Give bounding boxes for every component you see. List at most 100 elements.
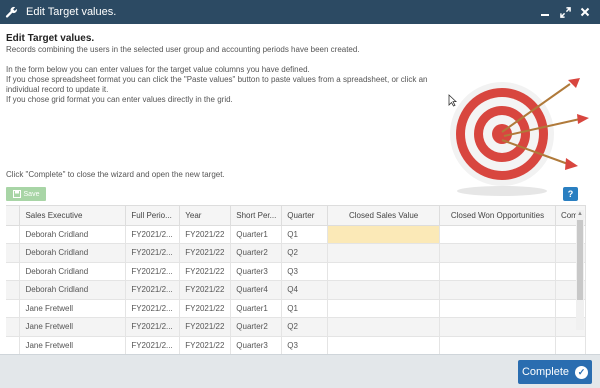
cell-sales-executive[interactable]: Deborah Cridland xyxy=(19,280,127,300)
cell-quarter[interactable]: Q3 xyxy=(281,262,329,281)
complete-button[interactable]: Complete ✓ xyxy=(518,360,592,384)
row-selector[interactable] xyxy=(6,262,21,281)
table-row[interactable]: Deborah Cridland FY2021/2... FY2021/22 Q… xyxy=(6,262,586,281)
cell-full-period[interactable]: FY2021/2... xyxy=(125,243,181,263)
cell-closed-won-opportunities[interactable] xyxy=(439,336,556,354)
page-heading: Edit Target values. xyxy=(6,33,95,44)
cell-short-period[interactable]: Quarter1 xyxy=(230,225,283,244)
cell-sales-executive[interactable]: Jane Fretwell xyxy=(19,317,127,337)
cell-sales-executive[interactable]: Deborah Cridland xyxy=(19,262,127,281)
cell-full-period[interactable]: FY2021/2... xyxy=(125,336,181,354)
complete-label: Complete xyxy=(521,366,570,378)
column-header-short-period[interactable]: Short Per... xyxy=(230,206,283,226)
cell-closed-sales-value[interactable] xyxy=(327,262,441,281)
cell-year[interactable]: FY2021/22 xyxy=(179,317,232,337)
column-header-quarter[interactable]: Quarter xyxy=(281,206,329,226)
table-row[interactable]: Jane Fretwell FY2021/2... FY2021/22 Quar… xyxy=(6,317,586,337)
cell-short-period[interactable]: Quarter2 xyxy=(230,317,283,337)
cell-closed-sales-value[interactable] xyxy=(327,336,441,354)
cell-comm[interactable] xyxy=(555,336,586,354)
target-illustration xyxy=(450,78,589,196)
cell-short-period[interactable]: Quarter3 xyxy=(230,336,283,354)
cell-full-period[interactable]: FY2021/2... xyxy=(125,225,181,244)
cell-closed-won-opportunities[interactable] xyxy=(439,280,556,300)
cell-sales-executive[interactable]: Jane Fretwell xyxy=(19,299,127,318)
row-header-corner xyxy=(6,206,21,226)
cell-quarter[interactable]: Q4 xyxy=(281,280,329,300)
grid-header-row: Sales Executive Full Perio... Year Short… xyxy=(6,206,586,226)
save-label: Save xyxy=(23,190,40,198)
cell-full-period[interactable]: FY2021/2... xyxy=(125,280,181,300)
cell-sales-executive[interactable]: Deborah Cridland xyxy=(19,225,127,244)
intro-line-1: Records combining the users in the selec… xyxy=(6,45,360,54)
row-selector[interactable] xyxy=(6,280,21,300)
row-selector[interactable] xyxy=(6,336,21,354)
wrench-icon xyxy=(0,0,22,24)
intro-line-2: In the form below you can enter values f… xyxy=(6,65,310,74)
close-icon[interactable] xyxy=(576,0,594,24)
grid-vertical-scrollbar[interactable] xyxy=(576,210,584,330)
cell-closed-sales-value[interactable] xyxy=(327,280,441,300)
save-button[interactable]: Save xyxy=(6,187,46,201)
cell-year[interactable]: FY2021/22 xyxy=(179,336,232,354)
complete-instruction: Click "Complete" to close the wizard and… xyxy=(6,170,225,179)
scroll-up-arrow-icon[interactable]: ▲ xyxy=(577,211,583,217)
cell-full-period[interactable]: FY2021/2... xyxy=(125,262,181,281)
table-row[interactable]: Deborah Cridland FY2021/2... FY2021/22 Q… xyxy=(6,280,586,300)
check-icon: ✓ xyxy=(575,365,589,379)
cell-closed-sales-value[interactable] xyxy=(327,225,441,244)
cell-closed-won-opportunities[interactable] xyxy=(439,225,556,244)
cell-quarter[interactable]: Q3 xyxy=(281,336,329,354)
intro-line-4: If you chose grid format you can enter v… xyxy=(6,95,233,104)
cell-sales-executive[interactable]: Jane Fretwell xyxy=(19,336,127,354)
row-selector[interactable] xyxy=(6,243,21,263)
help-icon: ? xyxy=(567,189,574,199)
cell-quarter[interactable]: Q2 xyxy=(281,243,329,263)
cell-closed-sales-value[interactable] xyxy=(327,243,441,263)
table-row[interactable]: Deborah Cridland FY2021/2... FY2021/22 Q… xyxy=(6,225,586,244)
window-titlebar: Edit Target values. xyxy=(0,0,600,24)
cell-year[interactable]: FY2021/22 xyxy=(179,299,232,318)
cell-short-period[interactable]: Quarter4 xyxy=(230,280,283,300)
cell-year[interactable]: FY2021/22 xyxy=(179,225,232,244)
cell-closed-won-opportunities[interactable] xyxy=(439,317,556,337)
cell-quarter[interactable]: Q2 xyxy=(281,317,329,337)
cell-short-period[interactable]: Quarter1 xyxy=(230,299,283,318)
column-header-closed-sales-value[interactable]: Closed Sales Value xyxy=(327,206,441,226)
wizard-content: Edit Target values. Records combining th… xyxy=(0,24,600,354)
intro-text: Records combining the users in the selec… xyxy=(6,45,436,105)
table-row[interactable]: Jane Fretwell FY2021/2... FY2021/22 Quar… xyxy=(6,336,586,354)
cell-closed-won-opportunities[interactable] xyxy=(439,299,556,318)
table-row[interactable]: Deborah Cridland FY2021/2... FY2021/22 Q… xyxy=(6,243,586,263)
cell-closed-won-opportunities[interactable] xyxy=(439,243,556,263)
table-row[interactable]: Jane Fretwell FY2021/2... FY2021/22 Quar… xyxy=(6,299,586,318)
save-icon xyxy=(12,190,21,198)
cell-quarter[interactable]: Q1 xyxy=(281,225,329,244)
wizard-footer: Complete ✓ xyxy=(0,354,600,388)
column-header-sales-executive[interactable]: Sales Executive xyxy=(19,206,127,226)
cell-full-period[interactable]: FY2021/2... xyxy=(125,299,181,318)
column-header-closed-won-opportunities[interactable]: Closed Won Opportunities xyxy=(439,206,556,226)
mouse-cursor-icon xyxy=(448,94,457,107)
cell-year[interactable]: FY2021/22 xyxy=(179,262,232,281)
cell-year[interactable]: FY2021/22 xyxy=(179,243,232,263)
column-header-full-period[interactable]: Full Perio... xyxy=(125,206,181,226)
row-selector[interactable] xyxy=(6,299,21,318)
cell-closed-sales-value[interactable] xyxy=(327,299,441,318)
minimize-icon[interactable] xyxy=(536,0,554,24)
cell-quarter[interactable]: Q1 xyxy=(281,299,329,318)
row-selector[interactable] xyxy=(6,225,21,244)
cell-short-period[interactable]: Quarter3 xyxy=(230,262,283,281)
row-selector[interactable] xyxy=(6,317,21,337)
cell-year[interactable]: FY2021/22 xyxy=(179,280,232,300)
cell-full-period[interactable]: FY2021/2... xyxy=(125,317,181,337)
cell-closed-sales-value[interactable] xyxy=(327,317,441,337)
cell-closed-won-opportunities[interactable] xyxy=(439,262,556,281)
cell-short-period[interactable]: Quarter2 xyxy=(230,243,283,263)
scrollbar-thumb[interactable] xyxy=(577,220,583,300)
cell-sales-executive[interactable]: Deborah Cridland xyxy=(19,243,127,263)
maximize-icon[interactable] xyxy=(556,0,574,24)
help-button[interactable]: ? xyxy=(563,187,578,201)
column-header-year[interactable]: Year xyxy=(179,206,232,226)
target-values-grid: Sales Executive Full Perio... Year Short… xyxy=(6,205,586,354)
